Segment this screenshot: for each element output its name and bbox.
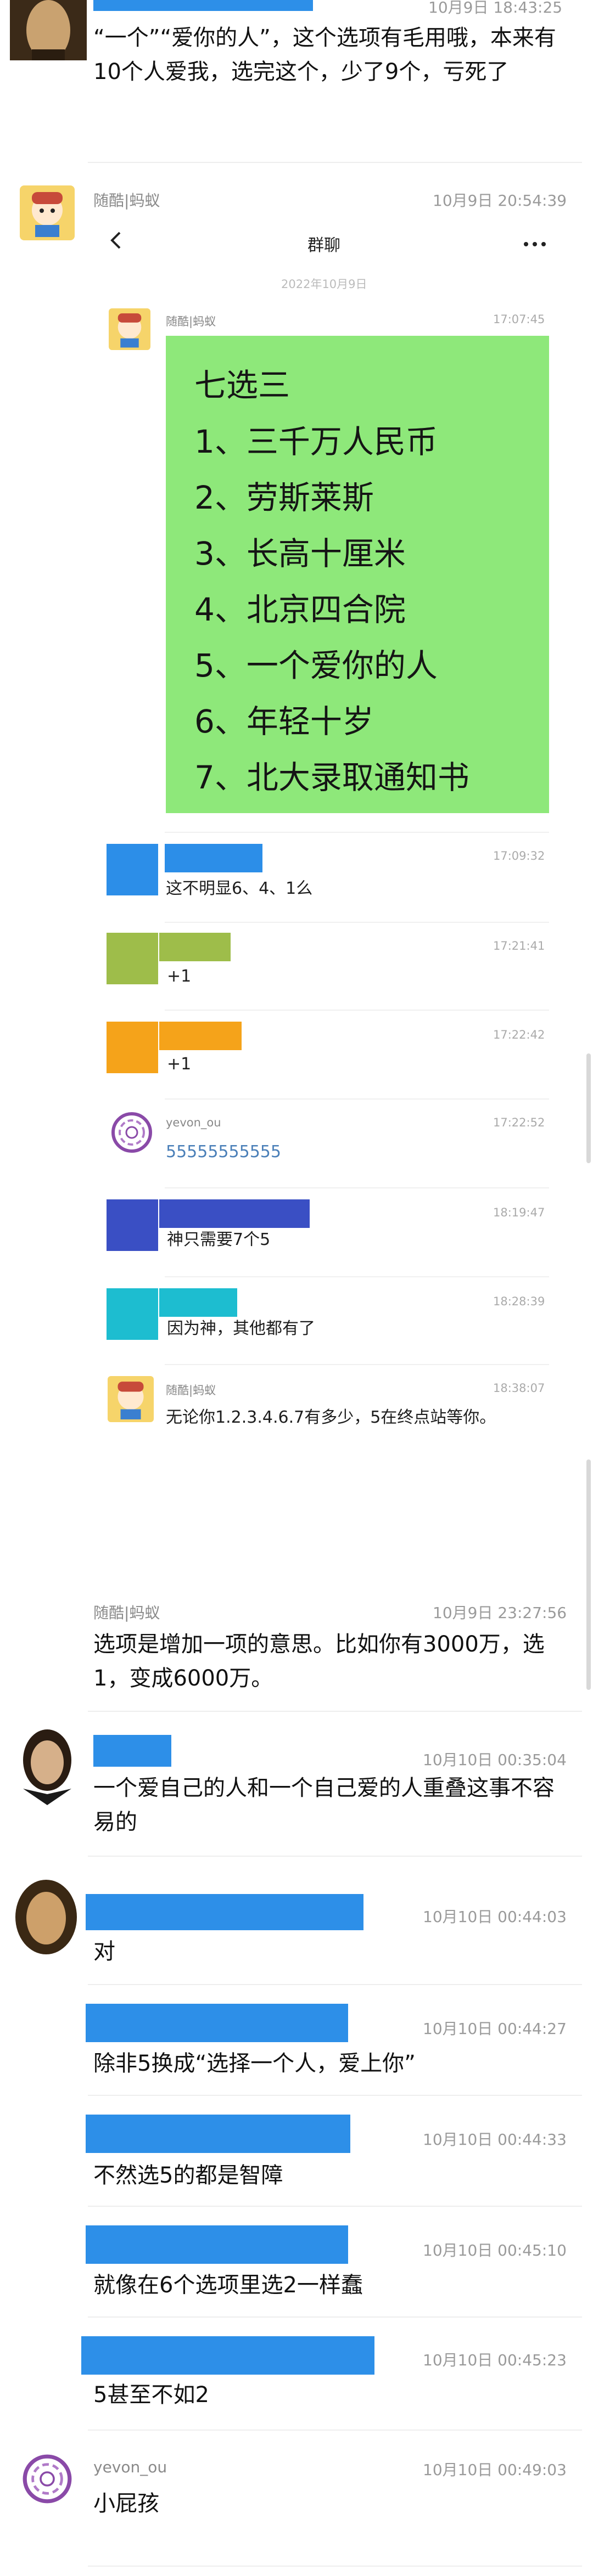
message-text: 5甚至不如2 (93, 2382, 209, 2408)
scrollbar[interactable] (586, 1459, 591, 1690)
redaction-bar (93, 0, 313, 11)
redaction-bar (159, 1022, 242, 1050)
sender-name: 随酷|蚂蚁 (93, 1604, 160, 1622)
avatar[interactable] (107, 933, 158, 984)
card-line: 1、三千万人民币 (194, 423, 438, 460)
redaction-bar (81, 2336, 374, 2375)
divider (88, 1856, 582, 1857)
timestamp: 10月10日 00:45:23 (423, 2351, 567, 2369)
divider (165, 922, 549, 923)
divider (88, 2206, 582, 2207)
message-text: 就像在6个选项里选2一样蠢 (93, 2273, 363, 2298)
avatar[interactable] (10, 0, 87, 60)
divider (88, 1984, 582, 1985)
redaction-bar (86, 2225, 348, 2264)
sender-name: yevon_ou (93, 2458, 167, 2476)
divider (88, 2566, 582, 2567)
message-text: +1 (167, 967, 192, 986)
card-line: 7、北大录取通知书 (194, 759, 469, 796)
message-text: 除非5换成“选择一个人，爱上你” (93, 2051, 416, 2076)
more-dots-icon (524, 242, 546, 246)
message-text: “一个”“爱你的人”，这个选项有毛用哦，本来有10个人爱我，选完这个，少了9个，… (93, 25, 556, 84)
timestamp: 10月9日 20:54:39 (433, 191, 567, 210)
divider (165, 1187, 549, 1188)
card-line: 3、长高十厘米 (194, 535, 406, 572)
avatar[interactable] (21, 2453, 74, 2505)
avatar[interactable] (8, 1879, 85, 1955)
chevron-left-icon (110, 232, 121, 249)
sender-name: 随酷|蚂蚁 (166, 315, 216, 328)
timestamp: 17:22:52 (493, 1116, 545, 1129)
divider (88, 2430, 582, 2431)
date-divider: 2022年10月9日 (281, 278, 367, 291)
avatar[interactable] (107, 1288, 158, 1340)
redaction-bar (86, 1894, 363, 1930)
divider (88, 1711, 582, 1712)
timestamp: 17:21:41 (493, 939, 545, 952)
timestamp: 17:22:42 (493, 1028, 545, 1041)
divider (165, 832, 549, 833)
divider (165, 1098, 549, 1100)
message-text: 这不明显6、4、1么 (166, 879, 313, 898)
message-text: 因为神，其他都有了 (167, 1319, 315, 1338)
timestamp: 18:19:47 (493, 1206, 545, 1219)
divider (88, 162, 582, 163)
sender-name: 随酷|蚂蚁 (166, 1384, 216, 1397)
avatar[interactable] (107, 844, 158, 895)
message-text: 小屁孩 (93, 2491, 159, 2516)
redaction-bar (86, 2115, 350, 2153)
message-text: +1 (167, 1055, 192, 1074)
timestamp: 17:07:45 (493, 313, 545, 326)
redaction-bar (159, 933, 231, 961)
card-line: 七选三 (194, 367, 290, 404)
timestamp: 18:28:39 (493, 1295, 545, 1308)
avatar[interactable] (20, 185, 75, 240)
back-button[interactable] (108, 229, 124, 251)
sender-name: yevon_ou (166, 1116, 221, 1129)
avatar[interactable] (107, 1022, 158, 1073)
divider (165, 1010, 549, 1011)
timestamp: 10月10日 00:44:33 (423, 2130, 567, 2149)
divider (165, 1276, 549, 1277)
timestamp: 10月10日 00:45:10 (423, 2241, 567, 2259)
message-text: 无论你1.2.3.4.6.7有多少，5在终点站等你。 (166, 1408, 496, 1427)
avatar[interactable] (108, 1376, 154, 1422)
timestamp: 10月10日 00:44:27 (423, 2020, 567, 2038)
timestamp: 18:38:07 (493, 1382, 545, 1395)
scrollbar[interactable] (586, 1053, 591, 1163)
redaction-bar (93, 1735, 171, 1767)
sender-name: 随酷|蚂蚁 (93, 191, 160, 210)
more-button[interactable] (522, 239, 549, 246)
card-line: 6、年轻十岁 (194, 703, 374, 740)
avatar[interactable] (109, 308, 150, 350)
message-text: 神只需要7个5 (167, 1230, 271, 1249)
redaction-bar (86, 2004, 348, 2042)
chat-title: 群聊 (307, 236, 340, 255)
redaction-bar (165, 844, 262, 872)
message-text: 55555555555 (166, 1142, 281, 1162)
avatar[interactable] (107, 1199, 158, 1251)
redaction-bar (159, 1288, 237, 1317)
message-text: 选项是增加一项的意思。比如你有3000万，选1，变成6000万。 (93, 1632, 545, 1691)
divider (88, 2095, 582, 2096)
message-text: 对 (93, 1939, 115, 1964)
timestamp: 10月10日 00:35:04 (423, 1751, 567, 1769)
message-text: 一个爱自己的人和一个自己爱的人重叠这事不容易的 (93, 1775, 555, 1835)
avatar[interactable] (7, 1724, 88, 1805)
card-line: 4、北京四合院 (194, 591, 406, 628)
timestamp: 10月9日 23:27:56 (433, 1604, 567, 1622)
avatar[interactable] (110, 1111, 154, 1154)
message-text: 不然选5的都是智障 (93, 2163, 283, 2188)
redaction-bar (159, 1199, 310, 1228)
card-line: 5、一个爱你的人 (194, 647, 438, 684)
timestamp: 10月10日 00:49:03 (423, 2461, 567, 2479)
timestamp: 10月10日 00:44:03 (423, 1908, 567, 1926)
divider (88, 2316, 582, 2318)
divider (165, 1364, 549, 1365)
timestamp: 10月9日 18:43:25 (428, 0, 563, 16)
timestamp: 17:09:32 (493, 849, 545, 863)
card-line: 2、劳斯莱斯 (194, 479, 374, 516)
